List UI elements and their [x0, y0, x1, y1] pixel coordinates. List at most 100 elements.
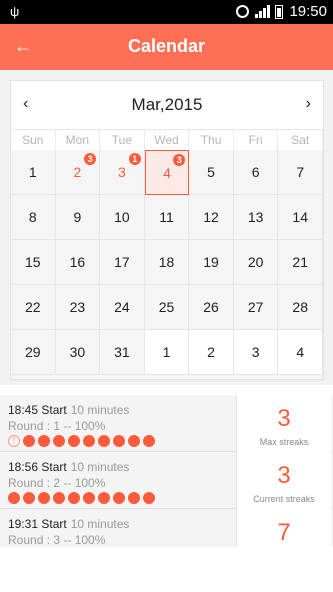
- day-cell[interactable]: 17: [100, 240, 145, 285]
- day-cell[interactable]: 1: [11, 150, 56, 195]
- day-cell-next-month[interactable]: 3: [233, 330, 279, 375]
- day-label: 29: [24, 344, 41, 360]
- day-label: 19: [203, 254, 219, 270]
- day-cell[interactable]: 23: [55, 150, 101, 195]
- day-cell[interactable]: 12: [189, 195, 234, 240]
- day-label: 1: [162, 344, 171, 360]
- stat-value: 3: [277, 462, 291, 489]
- day-cell[interactable]: 18: [144, 240, 190, 285]
- day-label: 10: [114, 209, 130, 225]
- session-row[interactable]: 19:31 Start 10 minutes Round : 3 -- 100% …: [0, 509, 333, 547]
- battery-icon: [275, 4, 284, 19]
- stat-label: Current streaks: [253, 494, 315, 504]
- day-cell[interactable]: 31: [100, 330, 145, 375]
- weekday-header: Sun Mon Tue Wed Thu Fri Sat: [11, 129, 323, 150]
- day-label: 20: [247, 254, 264, 270]
- progress-dot: [143, 435, 155, 447]
- weekday-label: Tue: [100, 130, 145, 150]
- day-label: 4: [163, 165, 171, 181]
- progress-dot: [53, 435, 65, 447]
- day-cell[interactable]: 8: [11, 195, 56, 240]
- session-info: 19:31 Start 10 minutes Round : 3 -- 100%: [8, 517, 233, 547]
- day-label: 22: [24, 299, 41, 315]
- weekday-label: Fri: [234, 130, 279, 150]
- session-start: 18:56 Start: [8, 460, 67, 474]
- day-cell[interactable]: 15: [11, 240, 56, 285]
- session-time: 18:45 Start 10 minutes: [8, 403, 233, 417]
- calendar-nav: ‹ Mar,2015 ›: [11, 81, 323, 129]
- progress-dots: [8, 492, 233, 504]
- progress-dot: [68, 492, 80, 504]
- next-month-icon[interactable]: ›: [306, 95, 311, 113]
- month-label: Mar,2015: [131, 95, 203, 114]
- session-row[interactable]: 18:45 Start 10 minutes Round : 1 -- 100% …: [0, 395, 333, 452]
- session-duration: 10 minutes: [70, 403, 130, 417]
- day-cell-next-month[interactable]: 1: [144, 330, 190, 375]
- day-cell[interactable]: 26: [189, 285, 234, 330]
- day-cell[interactable]: 7: [278, 150, 323, 195]
- weekday-label: Thu: [189, 130, 234, 150]
- day-cell[interactable]: 25: [144, 285, 190, 330]
- day-label: 3: [118, 164, 126, 180]
- day-cell[interactable]: 10: [100, 195, 145, 240]
- progress-dot: [98, 435, 110, 447]
- progress-dot: [23, 492, 35, 504]
- day-label: 11: [159, 209, 174, 225]
- session-time: 18:56 Start 10 minutes: [8, 460, 233, 474]
- day-cell-next-month[interactable]: 4: [278, 330, 323, 375]
- session-info: 18:45 Start 10 minutes Round : 1 -- 100%: [8, 403, 233, 447]
- day-label: 1: [28, 164, 37, 180]
- day-cell[interactable]: 9: [55, 195, 101, 240]
- session-round: Round : 3 -- 100%: [8, 533, 106, 547]
- day-cell[interactable]: 14: [278, 195, 323, 240]
- day-cell[interactable]: 6: [233, 150, 279, 195]
- session-count-badge: 1: [128, 153, 141, 165]
- stat-value: 7: [277, 519, 291, 546]
- warning-dot-icon: [8, 435, 20, 447]
- day-cell-next-month[interactable]: 2: [189, 330, 234, 375]
- day-cell[interactable]: 27: [233, 285, 279, 330]
- usb-icon: ψ: [10, 4, 20, 19]
- day-label: 13: [247, 209, 264, 225]
- day-cell[interactable]: 5: [189, 150, 234, 195]
- day-cell[interactable]: 21: [278, 240, 323, 285]
- day-cell[interactable]: 13: [233, 195, 279, 240]
- day-cell[interactable]: 31: [100, 150, 145, 195]
- day-cell[interactable]: 28: [278, 285, 323, 330]
- session-round: Round : 1 -- 100%: [8, 419, 106, 433]
- progress-dot: [8, 492, 20, 504]
- session-duration: 10 minutes: [70, 460, 130, 474]
- day-label: 7: [296, 164, 305, 180]
- progress-dot: [128, 435, 140, 447]
- day-cell-selected[interactable]: 43: [144, 150, 190, 195]
- progress-dot: [23, 435, 35, 447]
- day-cell[interactable]: 23: [55, 285, 101, 330]
- clock: 19:50: [289, 3, 327, 20]
- day-cell[interactable]: 16: [55, 240, 101, 285]
- day-label: 12: [203, 209, 219, 225]
- day-label: 4: [296, 344, 305, 360]
- day-cell[interactable]: 20: [233, 240, 279, 285]
- day-label: 26: [203, 299, 219, 315]
- day-cell[interactable]: 19: [189, 240, 234, 285]
- day-cell[interactable]: 29: [11, 330, 56, 375]
- day-label: 28: [292, 299, 308, 315]
- progress-dot: [113, 492, 125, 504]
- stat-label: Max streaks: [259, 437, 309, 447]
- progress-dot: [38, 492, 50, 504]
- session-count-badge: 3: [84, 153, 97, 165]
- session-count-badge: 3: [173, 154, 186, 166]
- session-start: 18:45 Start: [8, 403, 67, 417]
- day-label: 6: [251, 164, 260, 180]
- day-label: 23: [69, 299, 86, 315]
- bottom-area: [0, 547, 333, 592]
- day-cell[interactable]: 30: [55, 330, 101, 375]
- day-cell[interactable]: 22: [11, 285, 56, 330]
- day-cell[interactable]: 11: [144, 195, 190, 240]
- progress-dot: [98, 492, 110, 504]
- day-cell[interactable]: 24: [100, 285, 145, 330]
- stat-current-streaks: 3 Current streaks: [236, 452, 331, 509]
- session-row[interactable]: 18:56 Start 10 minutes Round : 2 -- 100% …: [0, 452, 333, 509]
- signal-icon: [255, 4, 271, 19]
- progress-dot: [113, 435, 125, 447]
